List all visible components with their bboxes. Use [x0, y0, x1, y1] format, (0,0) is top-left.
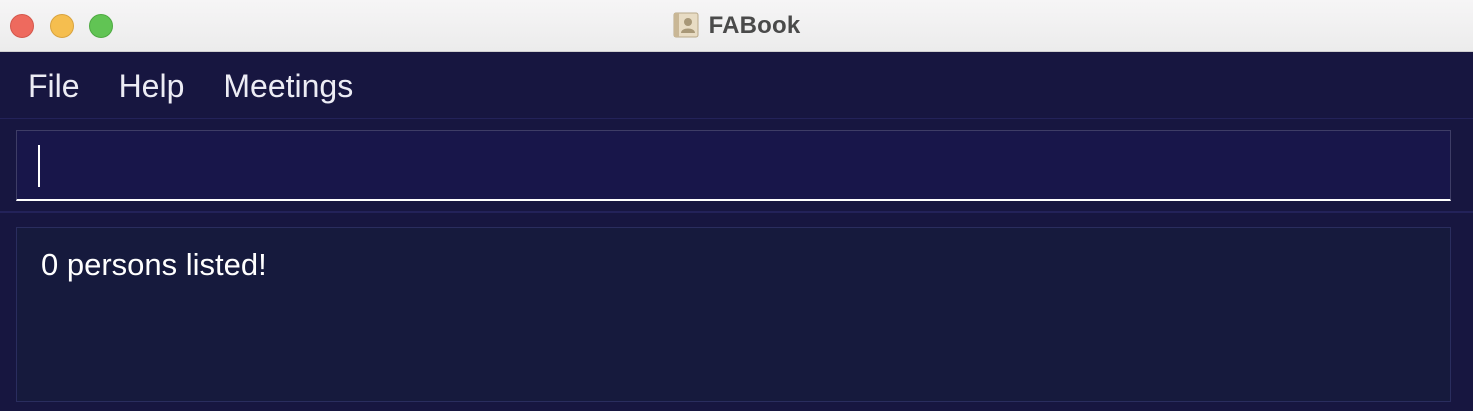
text-cursor [38, 145, 40, 187]
command-box-panel [0, 120, 1473, 213]
title-group: FABook [0, 0, 1473, 52]
address-book-icon [673, 12, 699, 38]
menu-bar: File Help Meetings [0, 53, 1473, 119]
result-display-panel: 0 persons listed! [0, 215, 1473, 411]
menu-help[interactable]: Help [119, 70, 185, 102]
title-bar[interactable]: FABook [0, 0, 1473, 52]
result-message: 0 persons listed! [41, 247, 267, 282]
command-input[interactable] [16, 130, 1451, 201]
menu-meetings[interactable]: Meetings [223, 70, 353, 102]
menu-file[interactable]: File [28, 70, 80, 102]
window-title: FABook [708, 12, 801, 39]
result-display-box[interactable]: 0 persons listed! [16, 227, 1451, 402]
app-window: FABook File Help Meetings 0 persons list… [0, 0, 1473, 411]
